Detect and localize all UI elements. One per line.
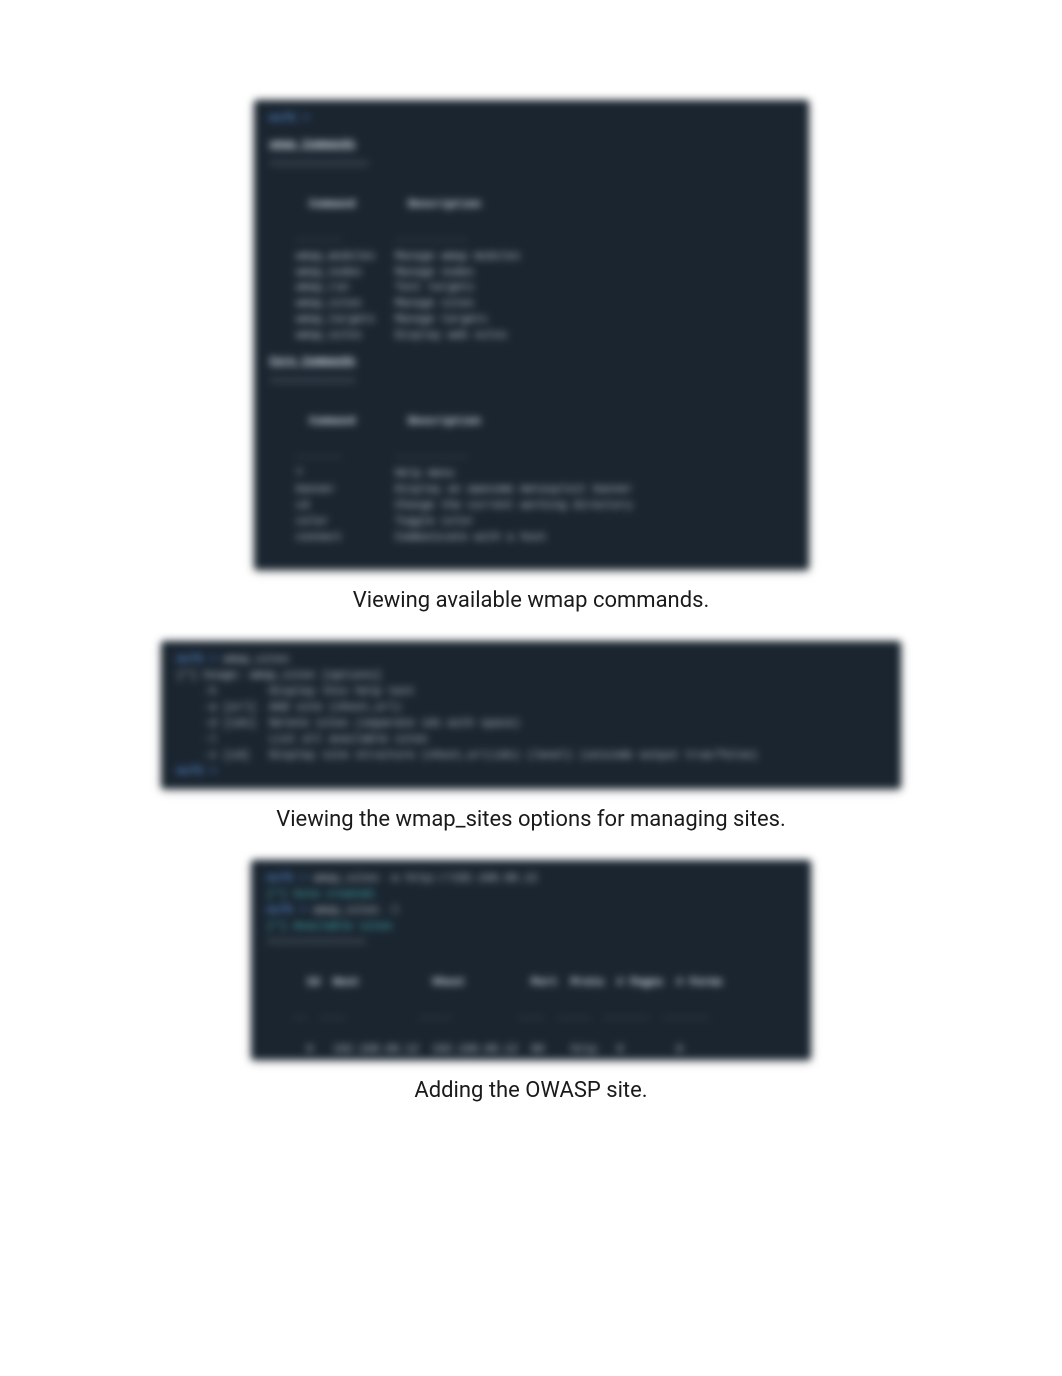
output-line: [*] Available sites [267, 920, 795, 936]
terminal-screenshot-3: msf6 > wmap_sites -a http://192.168.68.1… [251, 860, 811, 1060]
msf-prompt: msf6 > [267, 905, 313, 917]
table-row: wmap_sites Manage sites [270, 297, 793, 313]
table-row: 0 192.168.68.12 192.168.68.12 80 http 0 … [267, 1027, 795, 1060]
terminal-screenshot-2: msf6 > wmap_sites [*] Usage: wmap_sites … [161, 641, 901, 789]
table-row: banner Display an awesome metasploit ban… [270, 483, 793, 499]
section-header: wmap Commands [270, 138, 793, 154]
output-line: -d [ids] Delete sites (separate ids with… [177, 717, 885, 733]
column-headers: Command Description [270, 182, 793, 230]
figure-wmap-sites-options: msf6 > wmap_sites [*] Usage: wmap_sites … [0, 641, 1062, 832]
msf-prompt: msf6 > [177, 654, 223, 666]
table-row: wmap_nodes Manage nodes [270, 266, 793, 282]
table-row: wmap_run Test targets [270, 281, 793, 297]
output-line: -s [id] Display site structure (vhost,ur… [177, 749, 885, 765]
table-row: wmap_targets Manage targets [270, 313, 793, 329]
table-row: wmap_vulns Display web vulns [270, 329, 793, 345]
msf-prompt: msf6 > [267, 873, 313, 885]
msf-prompt: msf6 > [177, 766, 223, 778]
section-header: Core Commands [270, 355, 793, 371]
figure-caption: Viewing available wmap commands. [353, 588, 710, 613]
table-row: ? Help menu [270, 467, 793, 483]
table-row: connect Communicate with a host [270, 531, 793, 547]
table-row: color Toggle color [270, 515, 793, 531]
output-line: -l List all available sites [177, 733, 885, 749]
figure-wmap-commands: msf6 > wmap Commands =============== Com… [0, 100, 1062, 613]
figure-caption: Adding the OWASP site. [414, 1078, 647, 1103]
figure-adding-owasp-site: msf6 > wmap_sites -a http://192.168.68.1… [0, 860, 1062, 1103]
output-line: -a [url] Add site (vhost,url) [177, 701, 885, 717]
output-line: [*] Site created. [267, 888, 795, 904]
table-header: Id Host Vhost Port Proto # Pages # Forms [267, 960, 795, 1008]
figure-caption: Viewing the wmap_sites options for manag… [276, 807, 786, 832]
table-row: wmap_modules Manage wmap modules [270, 250, 793, 266]
terminal-screenshot-1: msf6 > wmap Commands =============== Com… [254, 100, 809, 570]
output-line: =============== [267, 936, 795, 952]
msf-prompt: msf6 > [270, 113, 316, 125]
output-line: -h Display this help text [177, 685, 885, 701]
table-row: cd Change the current working directory [270, 499, 793, 515]
column-headers: Command Description [270, 399, 793, 447]
output-line: [*] Usage: wmap_sites [options] [177, 669, 885, 685]
